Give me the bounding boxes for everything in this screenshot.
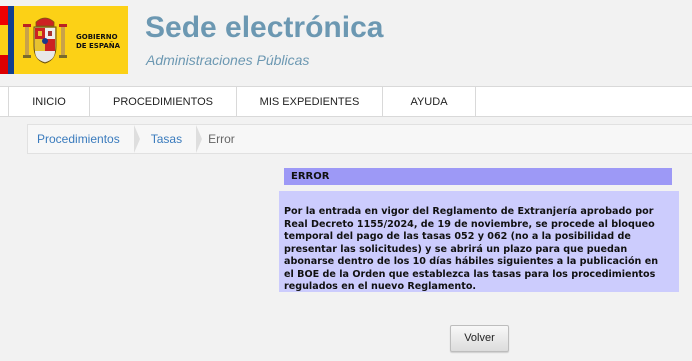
site-subtitle: Administraciones Públicas <box>146 52 310 68</box>
government-logo[interactable]: GOBIERNO DE ESPAÑA <box>0 6 128 74</box>
nav-item-procedimientos[interactable]: PROCEDIMIENTOS <box>90 87 237 116</box>
site-title[interactable]: Sede electrónica <box>145 11 383 45</box>
nav-item-ayuda[interactable]: AYUDA <box>383 87 476 116</box>
breadcrumb: Procedimientos Tasas Error <box>27 124 692 154</box>
breadcrumb-separator-icon <box>196 125 203 153</box>
main-nav: INICIO PROCEDIMIENTOS MIS EXPEDIENTES AY… <box>0 86 692 117</box>
logo-text-line2: DE ESPAÑA <box>76 42 121 50</box>
breadcrumb-procedimientos[interactable]: Procedimientos <box>28 125 134 153</box>
nav-item-inicio[interactable]: INICIO <box>8 87 90 116</box>
error-message: Por la entrada en vigor del Reglamento d… <box>279 191 679 292</box>
government-name: GOBIERNO DE ESPAÑA <box>76 33 120 51</box>
nav-item-mis-expedientes[interactable]: MIS EXPEDIENTES <box>237 87 383 116</box>
coat-of-arms-icon <box>23 17 67 64</box>
breadcrumb-error: Error <box>208 132 235 146</box>
logo-text-line1: GOBIERNO <box>76 33 118 41</box>
eu-stripe <box>8 6 14 74</box>
error-heading: ERROR <box>284 168 672 185</box>
header: GOBIERNO DE ESPAÑA Sede electrónica Admi… <box>0 0 692 86</box>
breadcrumb-tasas[interactable]: Tasas <box>142 125 196 153</box>
back-button[interactable]: Volver <box>450 325 509 352</box>
spain-flag-icon <box>0 6 8 74</box>
breadcrumb-separator-icon <box>133 125 140 153</box>
